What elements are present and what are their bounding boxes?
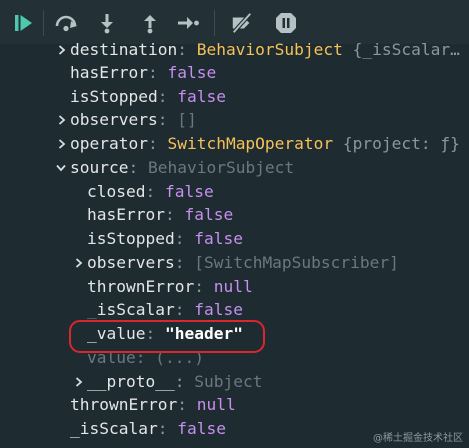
tree-row[interactable]: observers: [] — [70, 108, 197, 131]
property-key: isScalar — [96, 300, 175, 319]
expand-arrow-icon[interactable] — [57, 38, 67, 61]
tree-row[interactable]: thrownError: null — [70, 393, 236, 416]
property-key: thrownError — [87, 277, 195, 296]
property-value: BehaviorSubject — [147, 158, 295, 177]
pause-on-exceptions-icon[interactable] — [274, 11, 298, 35]
property-value: SwitchMapOperator — [167, 134, 334, 153]
property-preview: {project: ƒ} — [342, 134, 460, 153]
tree-row[interactable]: hasError: false — [70, 61, 216, 84]
property-key: observers — [70, 110, 158, 129]
property-key: hasError — [87, 205, 165, 224]
expand-arrow-icon[interactable] — [57, 108, 67, 131]
property-key: observers — [87, 253, 175, 272]
property-value: false — [177, 87, 226, 106]
toolbar-separator — [214, 10, 215, 36]
property-value: [SwitchMapSubscriber] — [194, 253, 399, 272]
property-key: operator — [70, 134, 148, 153]
tree-row[interactable]: source: BehaviorSubject — [70, 156, 294, 179]
property-value: false — [184, 205, 234, 224]
property-value: BehaviorSubject — [196, 40, 343, 59]
step-icon[interactable] — [176, 11, 200, 35]
property-key: destination — [70, 40, 178, 59]
property-key: thrownError — [70, 395, 178, 414]
property-key: isStopped — [70, 87, 158, 106]
tree-row[interactable]: thrownError: null — [87, 275, 253, 298]
property-value: null — [196, 395, 236, 414]
collapse-arrow-icon[interactable] — [56, 156, 66, 179]
property-value: false — [194, 300, 243, 319]
deactivate-breakpoints-icon[interactable] — [230, 11, 254, 35]
resume-icon[interactable] — [11, 11, 35, 35]
tree-row[interactable]: _isScalar: false — [70, 417, 226, 440]
expand-arrow-icon[interactable] — [74, 370, 84, 393]
tree-row[interactable]: destination: BehaviorSubject {_isScalar… — [70, 38, 460, 61]
property-preview: {_isScalar… — [352, 40, 460, 59]
tree-row[interactable]: closed: false — [87, 180, 214, 203]
tree-row[interactable]: _isScalar: false — [87, 298, 243, 321]
property-value: Subject — [194, 372, 263, 391]
property-value: false — [194, 229, 243, 248]
property-key: source — [70, 158, 129, 177]
property-key: closed — [87, 182, 146, 201]
property-key: __proto__ — [87, 372, 175, 391]
property-value: [] — [177, 110, 197, 129]
tree-row[interactable]: isStopped: false — [87, 227, 243, 250]
property-key: isStopped — [87, 229, 175, 248]
property-value: false — [167, 63, 217, 82]
expand-arrow-icon[interactable] — [74, 251, 84, 274]
step-out-icon[interactable] — [138, 11, 162, 35]
property-key-prefix: _ — [87, 300, 97, 319]
tree-row[interactable]: hasError: false — [87, 203, 233, 226]
tree-row[interactable]: observers: [SwitchMapSubscriber] — [87, 251, 399, 274]
watermark: @稀土掘金技术社区 — [373, 433, 463, 444]
property-value: false — [177, 419, 226, 438]
property-key: hasError — [70, 63, 148, 82]
step-over-icon[interactable] — [54, 11, 78, 35]
property-value: false — [164, 182, 214, 201]
toolbar-separator — [43, 10, 44, 36]
tree-row[interactable]: __proto__: Subject — [87, 370, 262, 393]
tree-row[interactable]: isStopped: false — [70, 85, 226, 108]
property-value: null — [213, 277, 253, 296]
step-into-icon[interactable] — [95, 11, 119, 35]
property-key: _isScalar — [70, 419, 158, 438]
highlight-annotation — [69, 320, 265, 353]
expand-arrow-icon[interactable] — [57, 132, 67, 155]
tree-row[interactable]: operator: SwitchMapOperator {project: ƒ} — [70, 132, 460, 155]
